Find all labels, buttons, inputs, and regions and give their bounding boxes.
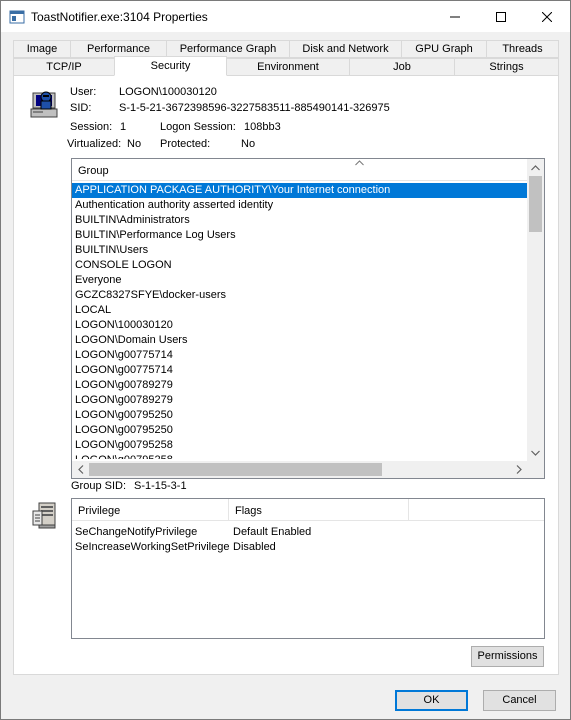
group-row[interactable]: LOGON\g00775714 xyxy=(72,363,527,378)
ok-button[interactable]: OK xyxy=(395,690,468,711)
group-row[interactable]: Authentication authority asserted identi… xyxy=(72,198,527,213)
chevron-up-icon xyxy=(531,164,540,170)
privilege-flags: Default Enabled xyxy=(233,526,312,538)
permissions-button[interactable]: Permissions xyxy=(471,646,544,667)
scroll-right-button[interactable] xyxy=(510,461,527,478)
virtualized-label: Virtualized: xyxy=(67,138,122,150)
vertical-scroll-thumb[interactable] xyxy=(529,176,542,232)
groups-vertical-scrollbar[interactable] xyxy=(527,159,544,461)
group-row[interactable]: GCZC8327SFYE\docker-users xyxy=(72,288,527,303)
privilege-name: SeChangeNotifyPrivilege xyxy=(75,526,198,538)
user-value: LOGON\100030120 xyxy=(119,86,217,98)
groups-horizontal-scrollbar[interactable] xyxy=(72,461,527,478)
protected-value: No xyxy=(241,138,256,150)
cancel-button[interactable]: Cancel xyxy=(483,690,556,711)
privilege-header-label: Privilege xyxy=(78,505,121,517)
chevron-left-icon xyxy=(77,465,83,474)
privilege-row[interactable]: SeIncreaseWorkingSetPrivilege Disabled xyxy=(72,540,544,555)
session-value: 1 xyxy=(120,121,127,133)
tab-strings[interactable]: Strings xyxy=(454,58,559,76)
tab-environment[interactable]: Environment xyxy=(226,58,350,76)
minimize-icon xyxy=(450,16,460,17)
tab-image[interactable]: Image xyxy=(13,40,71,58)
group-row[interactable]: LOGON\g00775714 xyxy=(72,348,527,363)
logon-session-label: Logon Session: xyxy=(160,121,236,133)
window-title: ToastNotifier.exe:3104 Properties xyxy=(31,10,208,24)
chevron-down-icon xyxy=(531,450,540,456)
privilege-server-icon xyxy=(32,502,56,529)
protected-label: Protected: xyxy=(160,138,211,150)
group-row[interactable]: BUILTIN\Performance Log Users xyxy=(72,228,527,243)
privilege-flags: Disabled xyxy=(233,541,276,553)
privileges-header: Privilege Flags xyxy=(72,499,544,521)
sid-label: SID: xyxy=(70,102,92,114)
minimize-button[interactable] xyxy=(432,1,478,32)
sid-value: S-1-5-21-3672398596-3227583511-885490141… xyxy=(119,102,390,114)
group-row[interactable]: Everyone xyxy=(72,273,527,288)
properties-window: ToastNotifier.exe:3104 Properties Image … xyxy=(0,0,571,720)
group-row[interactable]: LOGON\g00795250 xyxy=(72,423,527,438)
group-row[interactable]: LOGON\g00795258 xyxy=(72,438,527,453)
groups-header: Group xyxy=(72,159,527,181)
virtualized-value: No xyxy=(127,138,142,150)
close-button[interactable] xyxy=(524,1,570,32)
flags-header-label: Flags xyxy=(235,505,262,517)
logon-session-value: 108bb3 xyxy=(244,121,281,133)
group-row[interactable]: LOGON\100030120 xyxy=(72,318,527,333)
scroll-up-button[interactable] xyxy=(527,159,544,176)
group-column-header[interactable]: Group xyxy=(72,159,527,181)
group-row[interactable]: LOGON\g00795250 xyxy=(72,408,527,423)
chevron-right-icon xyxy=(516,465,522,474)
privileges-rows: SeChangeNotifyPrivilege Default Enabled Se… xyxy=(72,525,544,555)
privilege-column-header[interactable]: Privilege xyxy=(72,499,229,521)
tab-job[interactable]: Job xyxy=(349,58,455,76)
groups-rows: APPLICATION PACKAGE AUTHORITY\Your Inter… xyxy=(72,183,527,459)
flags-column-header[interactable]: Flags xyxy=(229,499,409,521)
privilege-row[interactable]: SeChangeNotifyPrivilege Default Enabled xyxy=(72,525,544,540)
group-row[interactable]: APPLICATION PACKAGE AUTHORITY\Your Inter… xyxy=(72,183,527,198)
privileges-list[interactable]: Privilege Flags SeChangeNotifyPrivilege D… xyxy=(71,498,545,639)
group-header-label: Group xyxy=(78,165,109,177)
tab-threads[interactable]: Threads xyxy=(486,40,559,58)
privilege-name: SeIncreaseWorkingSetPrivilege xyxy=(75,541,230,553)
tab-security[interactable]: Security xyxy=(114,56,227,76)
sort-ascending-icon xyxy=(355,160,364,166)
groups-list[interactable]: Group APPLICATION PACKAGE AUTHORITY\Your… xyxy=(71,158,545,479)
title-bar[interactable]: ToastNotifier.exe:3104 Properties xyxy=(1,1,570,32)
maximize-icon xyxy=(496,11,506,22)
maximize-button[interactable] xyxy=(478,1,524,32)
tab-gpu-graph[interactable]: GPU Graph xyxy=(401,40,487,58)
scroll-left-button[interactable] xyxy=(72,461,89,478)
group-row[interactable]: CONSOLE LOGON xyxy=(72,258,527,273)
scroll-down-button[interactable] xyxy=(527,444,544,461)
scroll-corner xyxy=(527,461,544,478)
group-row[interactable]: BUILTIN\Administrators xyxy=(72,213,527,228)
group-row[interactable]: BUILTIN\Users xyxy=(72,243,527,258)
user-label: User: xyxy=(70,86,97,98)
horizontal-scroll-thumb[interactable] xyxy=(89,463,382,476)
group-row[interactable]: LOGON\g00795258 xyxy=(72,453,527,459)
app-window-icon xyxy=(9,10,25,24)
group-row[interactable]: LOGON\g00789279 xyxy=(72,378,527,393)
session-label: Session: xyxy=(70,121,113,133)
user-computer-icon xyxy=(30,91,58,118)
group-sid-value: S-1-15-3-1 xyxy=(134,480,187,492)
group-sid-label: Group SID: xyxy=(71,480,127,492)
group-row[interactable]: LOGON\Domain Users xyxy=(72,333,527,348)
group-row[interactable]: LOGON\g00789279 xyxy=(72,393,527,408)
group-row[interactable]: LOCAL xyxy=(72,303,527,318)
tab-tcp-ip[interactable]: TCP/IP xyxy=(13,58,115,76)
tab-disk-and-network[interactable]: Disk and Network xyxy=(289,40,402,58)
close-icon xyxy=(542,11,552,22)
